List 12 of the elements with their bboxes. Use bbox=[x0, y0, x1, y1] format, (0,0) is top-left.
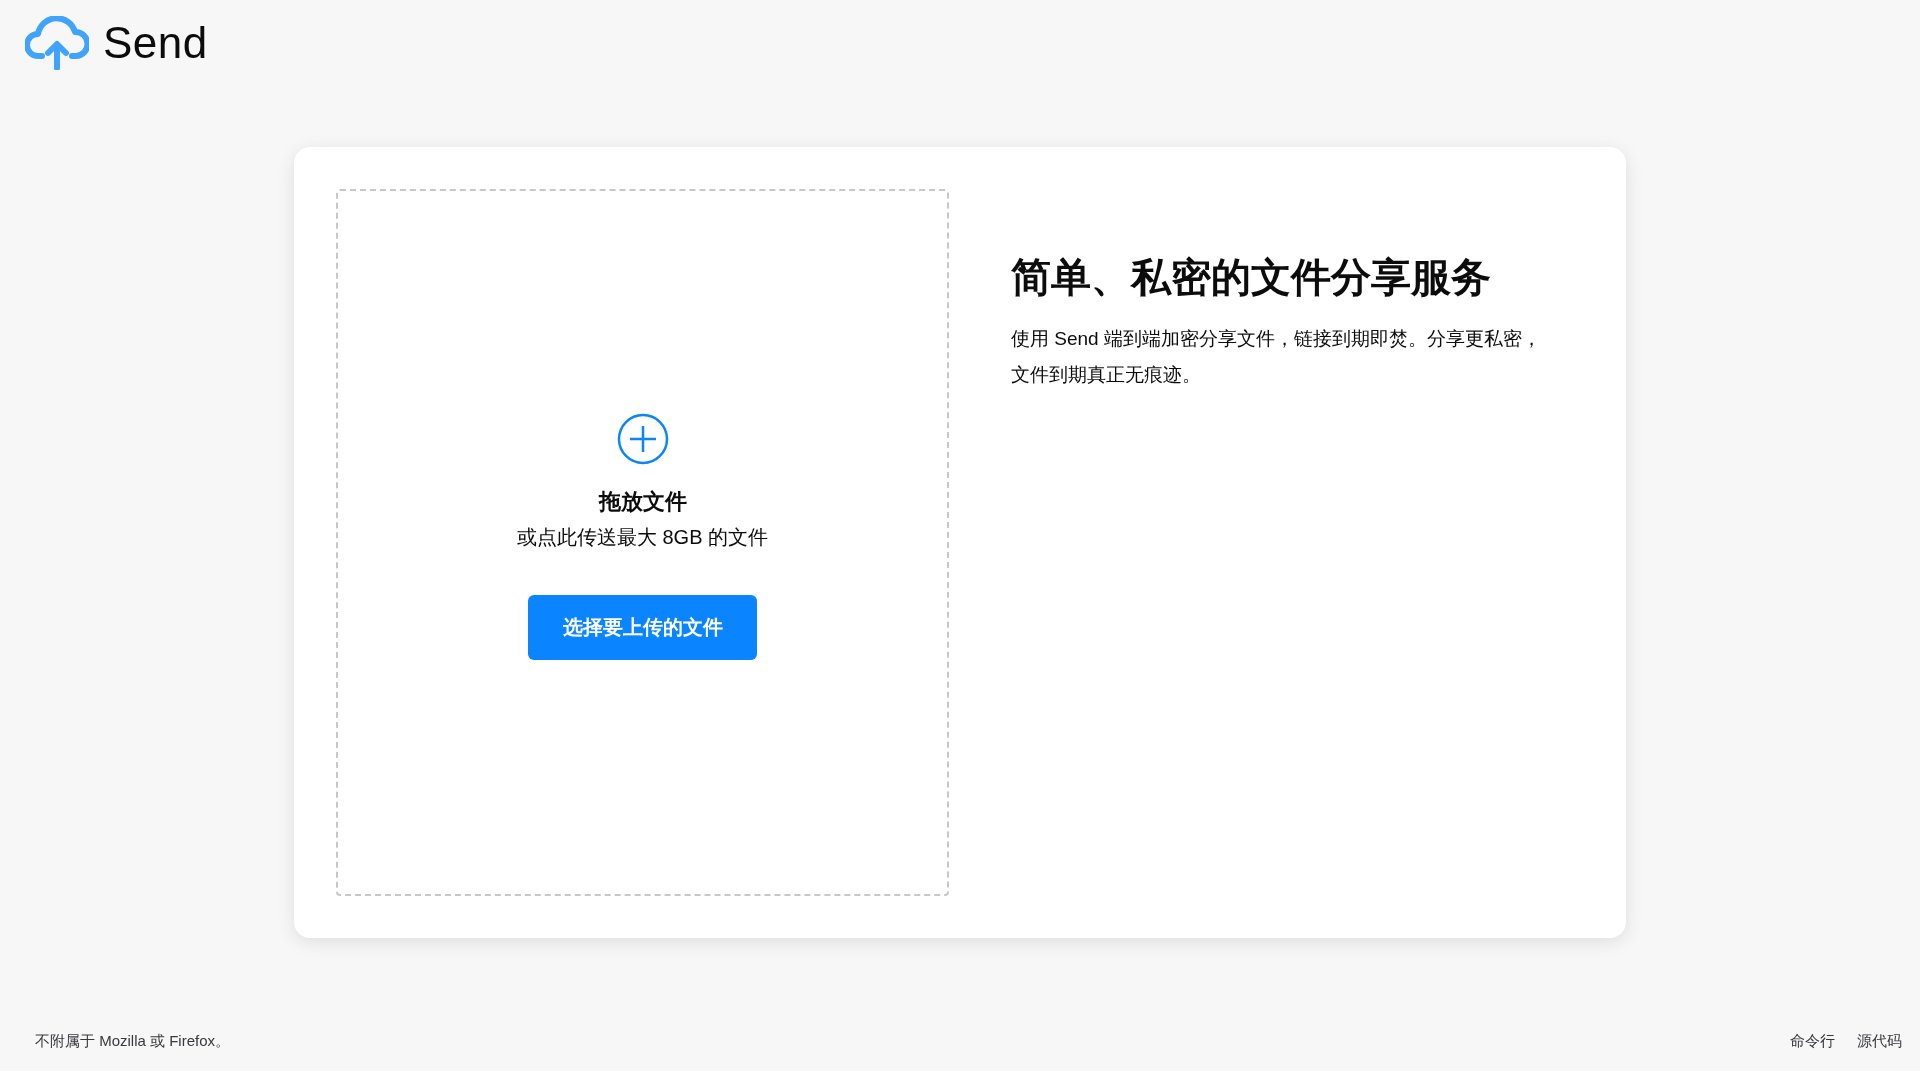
plus-circle-icon[interactable] bbox=[616, 413, 669, 465]
drop-title: 拖放文件 bbox=[598, 488, 687, 516]
footer-link[interactable]: 命令行 bbox=[1790, 1031, 1835, 1051]
select-files-button[interactable]: 选择要上传的文件 bbox=[528, 595, 757, 660]
logo-text[interactable]: Send bbox=[103, 18, 208, 68]
intro-description: 使用 Send 端到端加密分享文件，链接到期即焚。分享更私密，文件到期真正无痕迹。 bbox=[1011, 327, 1542, 387]
footer-notice: 不附属于 Mozilla 或 Firefox。 bbox=[35, 1031, 231, 1051]
drop-subtitle: 或点此传送最大 8GB 的文件 bbox=[516, 525, 769, 550]
drop-zone[interactable]: 拖放文件 或点此传送最大 8GB 的文件 选择要上传的文件 bbox=[336, 189, 949, 896]
intro-title: 简单、私密的文件分享服务 bbox=[1011, 254, 1492, 301]
cloud-upload-icon bbox=[25, 16, 89, 70]
footer-link[interactable]: 源代码 bbox=[1857, 1031, 1902, 1051]
